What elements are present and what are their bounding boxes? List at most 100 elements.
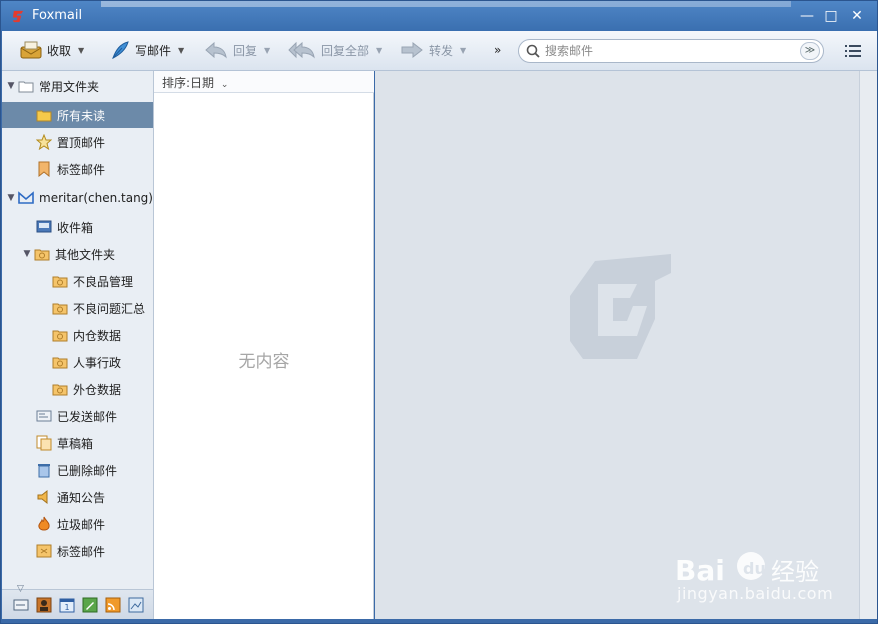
watermark-url: jingyan.baidu.com — [677, 584, 834, 603]
list-header: 排序:日期 ⌄ — [154, 71, 374, 93]
main-menu-icon[interactable] — [842, 41, 864, 61]
folder-sync-icon — [34, 249, 50, 261]
notes-icon[interactable] — [82, 597, 98, 613]
calendar-icon[interactable]: 1 — [59, 597, 75, 613]
folder-inbox[interactable]: 收件箱 — [2, 214, 153, 240]
folder-spam[interactable]: 垃圾邮件 — [2, 511, 153, 537]
folder-pinned[interactable]: 置顶邮件 — [2, 129, 153, 155]
chevron-down-icon: ⌄ — [220, 80, 229, 90]
tag-folder-icon — [36, 544, 52, 558]
folder-deleted-label: 已删除邮件 — [57, 463, 118, 478]
search-options-button[interactable]: ≫ — [800, 42, 820, 60]
search-icon — [526, 44, 540, 58]
reply-all-button[interactable]: 回复全部 ▼ — [288, 31, 382, 69]
subfolder-item[interactable]: 人事行政 — [2, 349, 153, 375]
compose-caret-icon[interactable]: ▼ — [178, 46, 184, 55]
fire-icon — [38, 516, 50, 531]
folder-tagged-label: 标签邮件 — [57, 544, 106, 559]
collapse-arrow-icon[interactable]: ▼ — [22, 249, 32, 259]
svg-text:du: du — [743, 559, 766, 578]
folder-sync-icon — [52, 330, 68, 342]
reply-all-label: 回复全部 — [321, 43, 370, 58]
mail-view-icon[interactable] — [13, 597, 29, 613]
close-button[interactable]: ✕ — [847, 7, 867, 25]
maximize-button[interactable]: □ — [821, 7, 841, 25]
app-title: Foxmail — [32, 8, 83, 23]
minimize-button[interactable]: — — [797, 7, 817, 25]
drafts-icon — [36, 435, 52, 451]
folder-deleted[interactable]: 已删除邮件 — [2, 457, 153, 483]
subfolder-item[interactable]: 内仓数据 — [2, 322, 153, 348]
inbox-icon — [36, 220, 52, 233]
subfolder-item[interactable]: 不良品管理 — [2, 268, 153, 294]
reply-arrow-icon — [205, 41, 227, 59]
folder-notices[interactable]: 通知公告 — [2, 484, 153, 510]
foxmail-watermark-logo-icon — [570, 254, 671, 359]
folder-drafts[interactable]: 草稿箱 — [2, 430, 153, 456]
collapse-arrow-icon[interactable]: ▼ — [6, 193, 16, 203]
svg-text:Bai: Bai — [675, 554, 725, 587]
contacts-icon[interactable] — [36, 597, 52, 613]
folder-group-common[interactable]: ▼ 常用文件夹 — [2, 73, 153, 99]
star-icon — [36, 134, 52, 150]
title-bar-decoration — [101, 1, 791, 7]
svg-text:经验: 经验 — [771, 558, 819, 586]
reply-label: 回复 — [233, 43, 258, 58]
folder-all-unread[interactable]: 所有未读 — [2, 102, 153, 128]
folder-icon — [36, 110, 52, 122]
collapse-arrow-icon[interactable]: ▼ — [6, 81, 16, 91]
empty-list-message: 无内容 — [238, 352, 290, 372]
mail-list-pane: 排序:日期 ⌄ 无内容 — [154, 71, 374, 619]
folder-other[interactable]: ▼ 其他文件夹 — [2, 241, 153, 267]
foxmail-logo-icon — [12, 10, 24, 23]
folder-sidebar: ▼ 常用文件夹 所有未读 置顶邮件 标签邮件 ▼ meritar(chen.ta… — [2, 71, 154, 619]
reply-button[interactable]: 回复 ▼ — [204, 31, 270, 69]
forward-button[interactable]: 转发 ▼ — [400, 31, 466, 69]
picture-icon[interactable] — [128, 597, 144, 613]
sort-label: 排序:日期 — [162, 76, 215, 90]
subfolder-label: 外仓数据 — [73, 382, 122, 397]
subfolder-label: 不良问题汇总 — [73, 301, 146, 316]
feather-pen-icon — [112, 41, 129, 60]
folder-tagged-common[interactable]: 标签邮件 — [2, 156, 153, 182]
folder-sync-icon — [52, 276, 68, 288]
folder-sent[interactable]: 已发送邮件 — [2, 403, 153, 429]
account-node[interactable]: ▼ meritar(chen.tang) — [2, 185, 153, 211]
receive-caret-icon[interactable]: ▼ — [78, 46, 84, 55]
folder-sync-icon — [52, 357, 68, 369]
mail-account-icon — [18, 191, 34, 204]
subfolder-item[interactable]: 不良问题汇总 — [2, 295, 153, 321]
folder-pinned-label: 置顶邮件 — [57, 135, 106, 150]
receive-label: 收取 — [47, 43, 72, 58]
title-bar[interactable]: Foxmail — □ ✕ — [1, 1, 877, 31]
folder-drafts-label: 草稿箱 — [57, 436, 94, 451]
more-toolbar-button[interactable]: » — [494, 31, 501, 69]
receive-button[interactable]: 收取 ▼ — [20, 31, 84, 69]
search-input[interactable] — [545, 43, 785, 59]
expand-notch-icon[interactable]: ▽ — [17, 584, 24, 594]
forward-arrow-icon — [401, 41, 423, 59]
subfolder-label: 内仓数据 — [73, 328, 122, 343]
reply-caret-icon[interactable]: ▼ — [264, 46, 270, 55]
rss-icon[interactable] — [105, 597, 121, 613]
folder-tagged[interactable]: 标签邮件 — [2, 538, 153, 564]
forward-caret-icon[interactable]: ▼ — [460, 46, 466, 55]
folder-sync-icon — [52, 384, 68, 396]
bookmark-icon — [38, 161, 50, 177]
inbox-tray-icon — [20, 41, 42, 59]
compose-button[interactable]: 写邮件 ▼ — [110, 31, 184, 69]
more-label: » — [494, 43, 502, 57]
subfolder-label: 人事行政 — [73, 355, 122, 370]
right-scroll-strip[interactable] — [859, 71, 877, 619]
reply-all-caret-icon[interactable]: ▼ — [376, 46, 382, 55]
folder-sync-icon — [52, 303, 68, 315]
speaker-icon — [37, 489, 48, 505]
folder-notices-label: 通知公告 — [57, 490, 106, 505]
folder-inbox-label: 收件箱 — [57, 220, 94, 235]
sidebar-bottom-bar: ▽ 1 — [2, 584, 153, 619]
sort-dropdown[interactable]: 排序:日期 ⌄ — [162, 74, 228, 91]
folder-other-label: 其他文件夹 — [55, 247, 116, 262]
subfolder-item[interactable]: 外仓数据 — [2, 376, 153, 402]
search-box[interactable]: ≫ — [518, 39, 824, 63]
compose-label: 写邮件 — [135, 43, 172, 58]
